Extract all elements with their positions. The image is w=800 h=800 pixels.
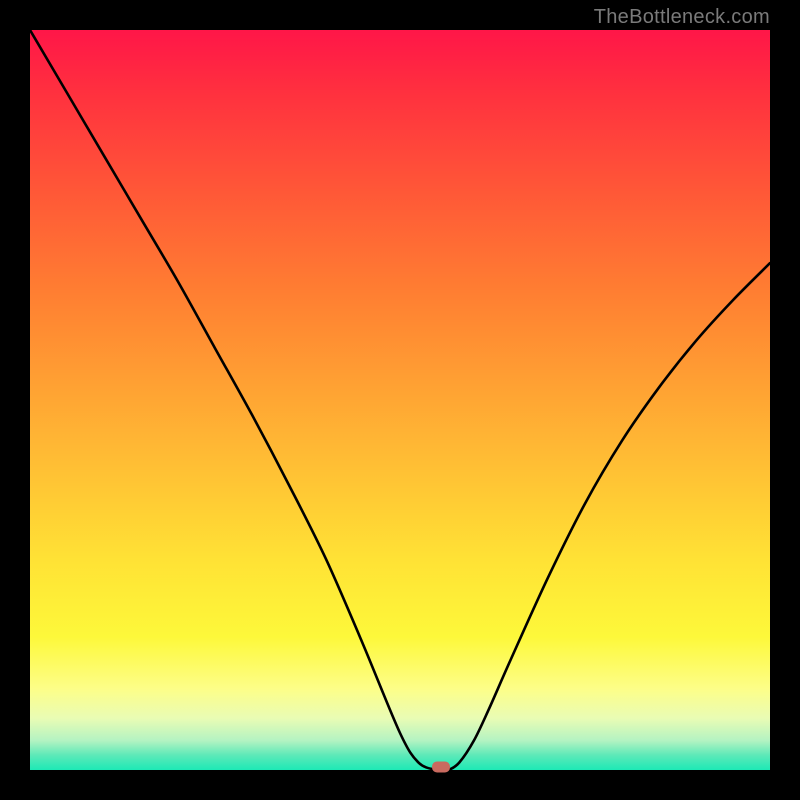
bottleneck-curve bbox=[30, 30, 770, 770]
optimal-marker bbox=[432, 762, 450, 773]
chart-container: TheBottleneck.com bbox=[0, 0, 800, 800]
curve-svg bbox=[30, 30, 770, 770]
watermark-text: TheBottleneck.com bbox=[594, 6, 770, 29]
plot-area bbox=[30, 30, 770, 770]
